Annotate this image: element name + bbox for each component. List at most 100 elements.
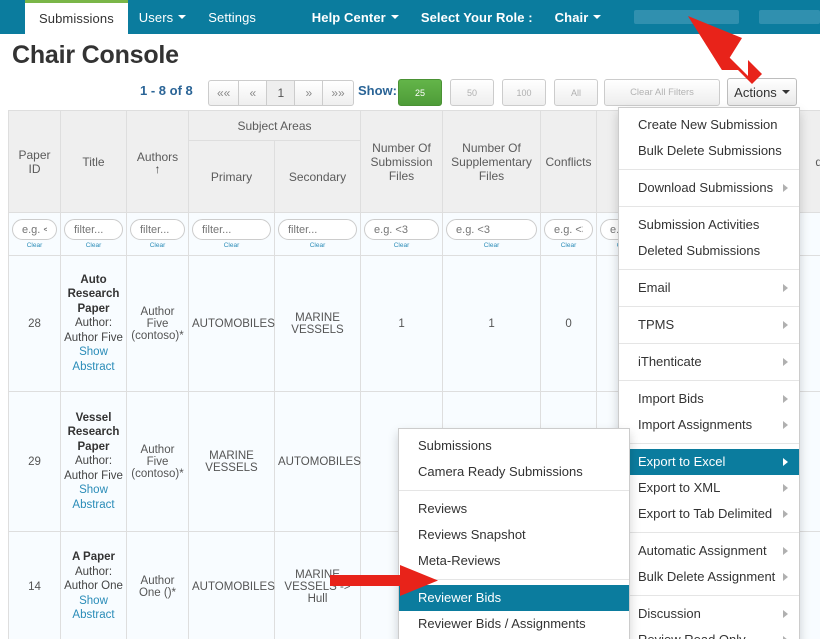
filter-input-authors[interactable] — [130, 219, 185, 240]
menu-item-review-read-only[interactable]: Review Read Only — [619, 627, 799, 639]
clear-filter-submission-files[interactable]: Clear — [364, 242, 439, 249]
page-size-25-button[interactable]: 25 — [398, 79, 442, 106]
pager-prev-button[interactable]: « — [238, 80, 266, 106]
menu-item-bulk-delete-submissions[interactable]: Bulk Delete Submissions — [619, 138, 799, 164]
page-size-all-button[interactable]: All — [554, 79, 598, 106]
filter-input-paper-id[interactable] — [12, 219, 57, 240]
nav-item-users[interactable]: Users — [128, 0, 197, 34]
menu-label: Export to XML — [638, 480, 720, 495]
pager-next-button[interactable]: » — [294, 80, 322, 106]
cell-supplementary-files-count[interactable]: 1 — [443, 256, 541, 392]
col-header-title[interactable]: Title — [61, 111, 127, 213]
clear-filter-secondary[interactable]: Clear — [278, 242, 357, 249]
col-header-primary[interactable]: Primary — [189, 141, 275, 213]
page-size-100-button[interactable]: 100 — [502, 79, 546, 106]
export-to-excel-submenu: Submissions Camera Ready Submissions Rev… — [398, 428, 630, 639]
nav-item-help-center[interactable]: Help Center — [301, 0, 410, 34]
filter-input-conflicts[interactable] — [544, 219, 593, 240]
cell-conflicts-count[interactable]: 0 — [541, 256, 597, 392]
menu-separator — [619, 532, 799, 533]
clear-filter-primary[interactable]: Clear — [192, 242, 271, 249]
menu-item-download-submissions[interactable]: Download Submissions — [619, 175, 799, 201]
menu-item-tpms[interactable]: TPMS — [619, 312, 799, 338]
submenu-item-meta-reviews[interactable]: Meta-Reviews — [399, 548, 629, 574]
pager-page-1-button[interactable]: 1 — [266, 80, 294, 106]
menu-label: Deleted Submissions — [638, 243, 760, 258]
cell-paper-id[interactable]: 29 — [9, 392, 61, 532]
cell-submission-files-count[interactable]: 1 — [361, 256, 443, 392]
cell-paper-id[interactable]: 14 — [9, 532, 61, 639]
menu-label: Import Bids — [638, 391, 704, 406]
menu-item-automatic-assignment[interactable]: Automatic Assignment — [619, 538, 799, 564]
cell-authors: Author Five (contoso)* — [127, 392, 189, 532]
clear-filter-title[interactable]: Clear — [64, 242, 123, 249]
menu-item-discussion[interactable]: Discussion — [619, 601, 799, 627]
nav-item-settings[interactable]: Settings — [197, 0, 267, 34]
pager-first-button[interactable]: «« — [208, 80, 238, 106]
clear-filter-conflicts[interactable]: Clear — [544, 242, 593, 249]
col-header-number-of-submission-files[interactable]: Number OfSubmissionFiles — [361, 111, 443, 213]
menu-separator — [619, 595, 799, 596]
menu-item-import-assignments[interactable]: Import Assignments — [619, 412, 799, 438]
filter-input-supplementary-files[interactable] — [446, 219, 537, 240]
filter-input-submission-files[interactable] — [364, 219, 439, 240]
menu-item-create-new-submission[interactable]: Create New Submission — [619, 112, 799, 138]
role-selector-chair[interactable]: Chair — [544, 0, 613, 34]
show-abstract-link[interactable]: Show Abstract — [64, 345, 123, 374]
submenu-item-reviews[interactable]: Reviews — [399, 496, 629, 522]
cell-secondary-subject: MARINE VESSELS -> Hull — [275, 532, 361, 639]
show-label: Show: — [358, 83, 397, 98]
filter-cell-conflicts: Clear — [541, 213, 597, 256]
col-header-paper-id[interactable]: PaperID — [9, 111, 61, 213]
actions-button[interactable]: Actions — [727, 78, 797, 106]
submenu-item-camera-ready-submissions[interactable]: Camera Ready Submissions — [399, 459, 629, 485]
menu-item-export-to-tab-delimited[interactable]: Export to Tab Delimited — [619, 501, 799, 527]
clear-filter-authors[interactable]: Clear — [130, 242, 185, 249]
show-abstract-link[interactable]: Show Abstract — [64, 483, 123, 512]
submission-title[interactable]: A Paper — [64, 550, 123, 565]
submission-title[interactable]: Auto Research Paper — [64, 273, 123, 317]
clear-filter-supplementary-files[interactable]: Clear — [446, 242, 537, 249]
menu-item-ithenticate[interactable]: iThenticate — [619, 349, 799, 375]
pager-last-button[interactable]: »» — [322, 80, 353, 106]
submenu-item-reviewer-bids[interactable]: Reviewer Bids — [399, 585, 629, 611]
menu-item-bulk-delete-assignment[interactable]: Bulk Delete Assignment — [619, 564, 799, 590]
cell-paper-id[interactable]: 28 — [9, 256, 61, 392]
menu-label: Review Read Only — [638, 632, 746, 639]
filter-input-primary[interactable] — [192, 219, 271, 240]
col-header-conflicts[interactable]: Conflicts — [541, 111, 597, 213]
filter-cell-primary: Clear — [189, 213, 275, 256]
chevron-right-icon — [783, 547, 788, 555]
menu-label: Download Submissions — [638, 180, 773, 195]
col-header-number-of-supplementary-files[interactable]: Number OfSupplementaryFiles — [443, 111, 541, 213]
menu-item-email[interactable]: Email — [619, 275, 799, 301]
menu-item-submission-activities[interactable]: Submission Activities — [619, 212, 799, 238]
cell-primary-subject: AUTOMOBILES — [189, 256, 275, 392]
chevron-down-icon — [593, 15, 601, 19]
results-range-text: 1 - 8 of 8 — [140, 83, 193, 98]
submenu-item-reviews-snapshot[interactable]: Reviews Snapshot — [399, 522, 629, 548]
show-abstract-link[interactable]: Show Abstract — [64, 594, 123, 623]
clear-all-filters-button[interactable]: Clear All Filters — [604, 79, 720, 106]
menu-separator — [619, 343, 799, 344]
menu-item-export-to-excel[interactable]: Export to Excel — [619, 449, 799, 475]
menu-label: Submission Activities — [638, 217, 759, 232]
filter-input-secondary[interactable] — [278, 219, 357, 240]
submission-title[interactable]: Vessel Research Paper — [64, 411, 123, 455]
chevron-right-icon — [783, 358, 788, 366]
cell-title: Auto Research Paper Author: Author Five … — [61, 256, 127, 392]
menu-item-export-to-xml[interactable]: Export to XML — [619, 475, 799, 501]
select-your-role-label: Select Your Role : — [410, 0, 544, 34]
menu-separator — [619, 206, 799, 207]
clear-filter-paper-id[interactable]: Clear — [12, 242, 57, 249]
menu-item-import-bids[interactable]: Import Bids — [619, 386, 799, 412]
nav-item-submissions[interactable]: Submissions — [25, 0, 128, 34]
submenu-item-reviewer-bids-assignments[interactable]: Reviewer Bids / Assignments — [399, 611, 629, 637]
col-header-secondary[interactable]: Secondary — [275, 141, 361, 213]
page-size-50-button[interactable]: 50 — [450, 79, 494, 106]
filter-input-title[interactable] — [64, 219, 123, 240]
col-header-authors[interactable]: Authors ↑ — [127, 111, 189, 213]
menu-item-deleted-submissions[interactable]: Deleted Submissions — [619, 238, 799, 264]
top-navigation-bar: Submissions Users Settings Help Center S… — [0, 0, 820, 34]
submenu-item-submissions[interactable]: Submissions — [399, 433, 629, 459]
